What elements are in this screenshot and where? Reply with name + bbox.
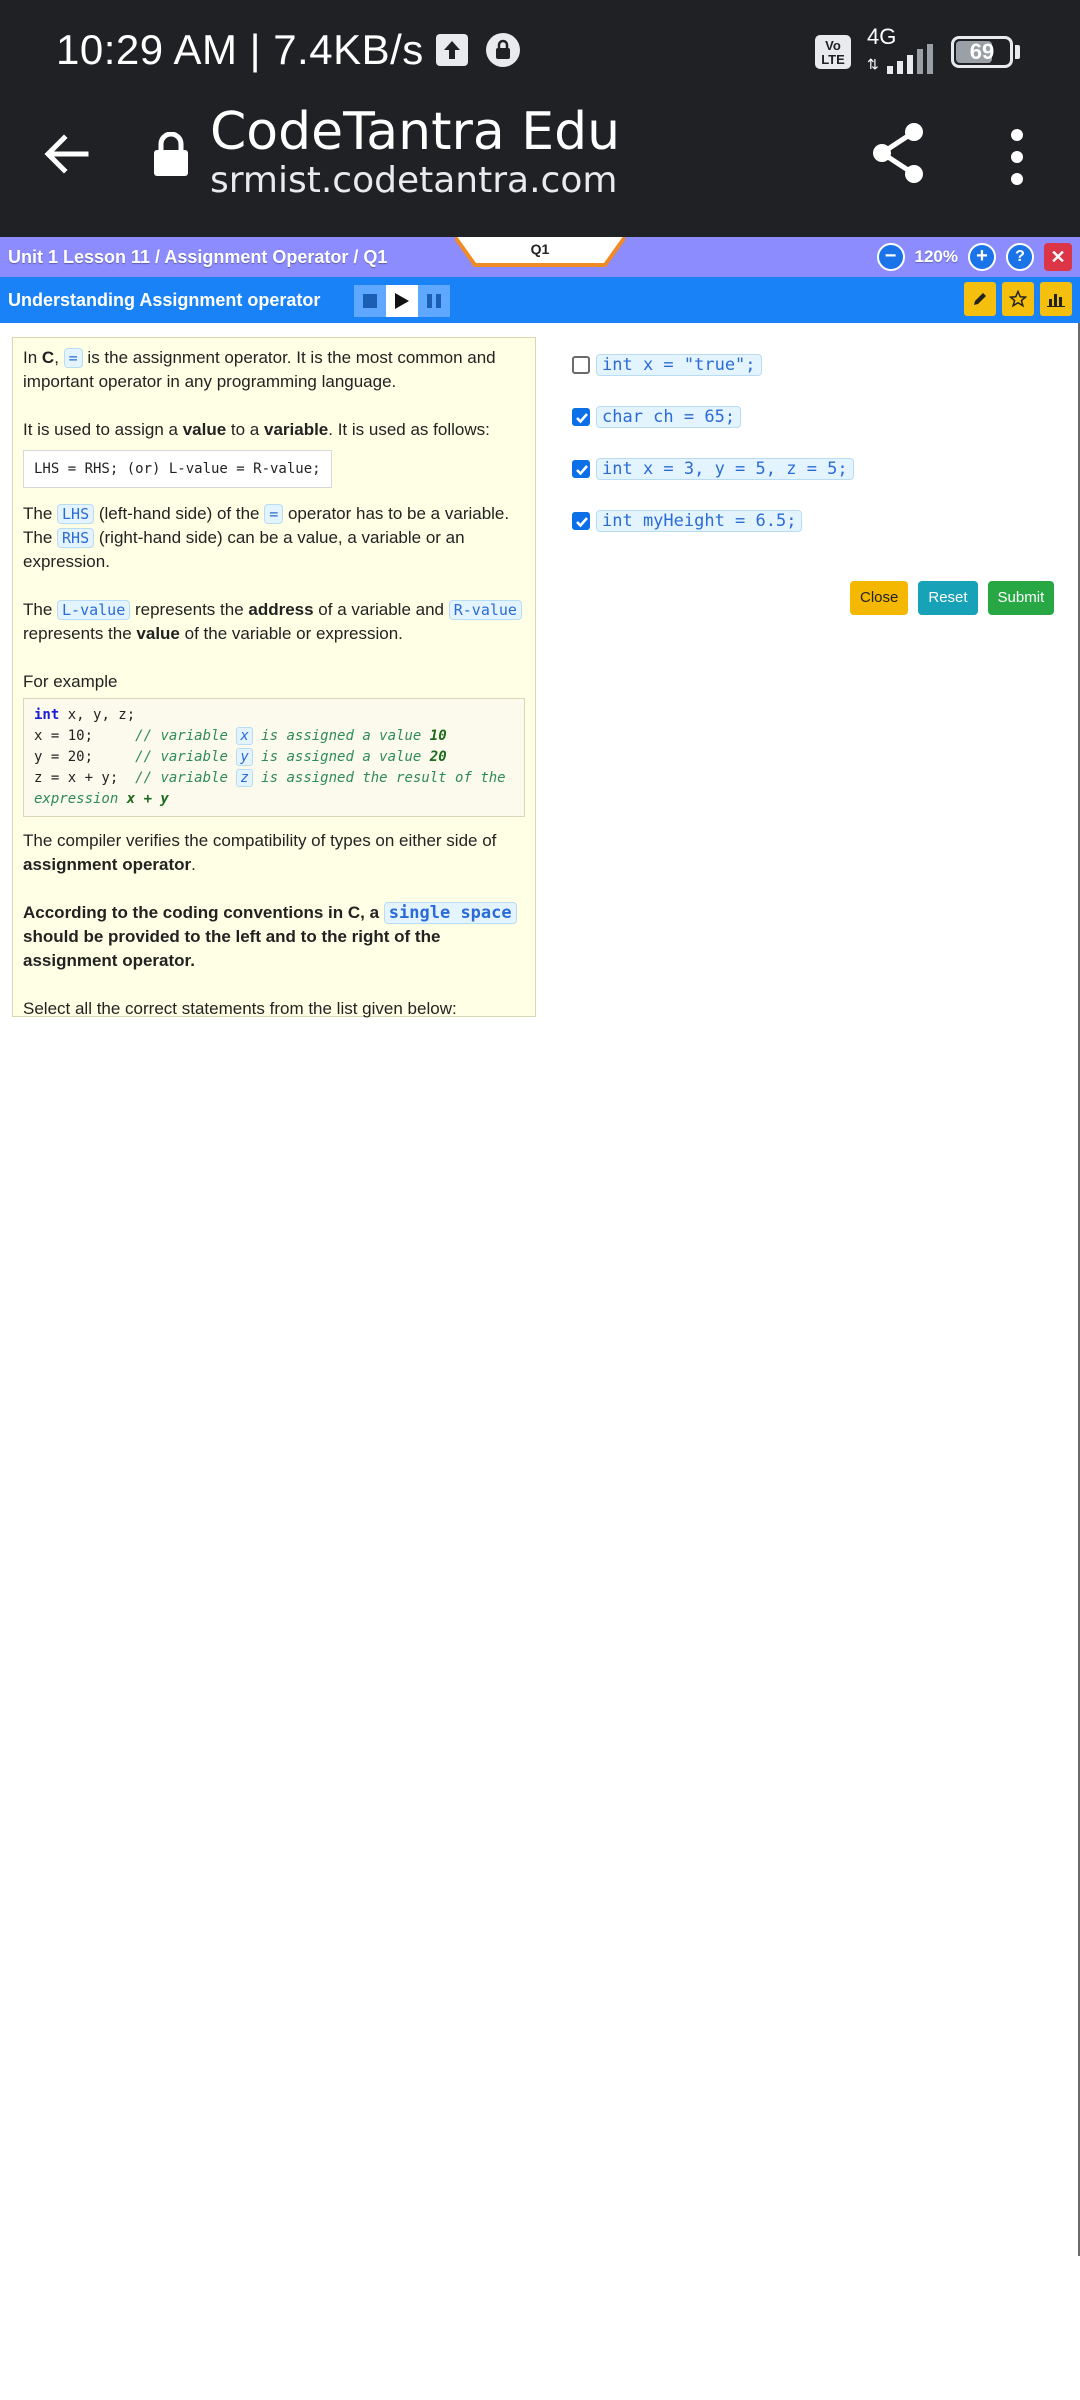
pause-icon: [427, 294, 441, 308]
play-icon: [395, 293, 409, 309]
action-buttons: Close Reset Submit: [850, 581, 1055, 615]
battery-level: 69: [969, 39, 995, 64]
option-label: char ch = 65;: [596, 406, 742, 428]
option-3[interactable]: int x = 3, y = 5, z = 5;: [572, 456, 854, 482]
inline-code-lhs: LHS: [57, 504, 95, 524]
zoom-level: 120%: [914, 247, 958, 266]
signal-icon: [887, 44, 933, 74]
title-bar: Understanding Assignment operator: [0, 277, 1080, 323]
secure-lock-icon[interactable]: [150, 132, 192, 178]
pause-button[interactable]: [418, 285, 450, 317]
close-lesson-button[interactable]: ✕: [1044, 243, 1072, 271]
option-label: int x = 3, y = 5, z = 5;: [596, 458, 854, 480]
option-checkbox[interactable]: [572, 460, 590, 478]
data-arrows-icon: ⇅: [867, 56, 879, 72]
syntax-code: LHS = RHS; (or) L-value = R-value;: [23, 450, 332, 488]
media-controls: [354, 285, 450, 317]
intro-paragraph: In C, = is the assignment operator. It i…: [23, 348, 496, 391]
status-time-speed: 10:29 AM | 7.4KB/s: [56, 26, 424, 73]
star-icon: [1009, 290, 1027, 308]
back-arrow-icon[interactable]: [40, 128, 92, 180]
lvalue-rvalue-paragraph: The L-value represents the address of a …: [23, 598, 525, 646]
lhs-rhs-paragraph: The LHS (left-hand side) of the = operat…: [23, 504, 510, 571]
more-options-icon[interactable]: [1004, 128, 1030, 186]
stop-button[interactable]: [354, 285, 386, 317]
play-button[interactable]: [386, 285, 418, 317]
question-panel: In C, = is the assignment operator. It i…: [12, 337, 536, 1018]
example-code-block: int x, y, z; x = 10; // variable x is as…: [23, 698, 525, 817]
example-label: For example: [23, 672, 118, 691]
option-4[interactable]: int myHeight = 6.5;: [572, 508, 803, 534]
tab-q1[interactable]: Q1: [455, 241, 625, 257]
zoom-out-button[interactable]: −: [876, 243, 905, 271]
pencil-icon: [974, 293, 986, 305]
checkmark-icon: [576, 517, 588, 528]
inline-code-rhs: RHS: [57, 528, 95, 548]
checkmark-icon: [576, 465, 588, 476]
option-label: int myHeight = 6.5;: [596, 510, 803, 532]
lesson-header: Unit 1 Lesson 11 / Assignment Operator /…: [0, 237, 1080, 277]
breadcrumb: Unit 1 Lesson 11 / Assignment Operator /…: [8, 247, 388, 267]
inline-code-rvalue: R-value: [448, 600, 522, 620]
option-1[interactable]: int x = "true";: [572, 352, 762, 378]
code-line: y = 20; // variable y is assigned a valu…: [34, 748, 447, 766]
stats-button[interactable]: [1040, 282, 1072, 316]
close-button[interactable]: Close: [850, 581, 909, 615]
zoom-controls: − 120% + ? ✕: [876, 243, 1072, 271]
option-label: int x = "true";: [596, 354, 762, 376]
option-checkbox[interactable]: [572, 356, 590, 374]
site-url[interactable]: srmist.codetantra.com: [210, 160, 617, 201]
upload-icon: [435, 34, 468, 66]
bar-chart-icon: [1047, 294, 1065, 307]
reset-button[interactable]: Reset: [918, 581, 978, 615]
inline-code-single-space: single space: [383, 902, 517, 924]
convention-paragraph: According to the coding conventions in C…: [23, 901, 525, 973]
battery-icon: 69: [951, 36, 1020, 68]
status-bar-left: 10:29 AM | 7.4KB/s: [56, 24, 520, 76]
inline-code-operator: =: [63, 348, 83, 368]
code-line: z = x + y; // variable z is assigned the…: [34, 769, 515, 807]
page-title: Understanding Assignment operator: [8, 290, 321, 310]
network-indicator: 4G ⇅: [865, 24, 937, 74]
help-button[interactable]: ?: [1006, 243, 1034, 271]
inline-code-operator: =: [264, 504, 284, 524]
checkmark-icon: [576, 413, 588, 424]
tool-buttons: [964, 282, 1072, 316]
code-line: x = 10; // variable x is assigned a valu…: [34, 727, 447, 745]
site-title: CodeTantra Edu: [210, 102, 621, 162]
share-icon[interactable]: [870, 122, 926, 184]
edit-button[interactable]: [964, 282, 996, 316]
notification-lock-icon: [485, 33, 520, 67]
instruction-paragraph: Select all the correct statements from t…: [23, 999, 457, 1018]
option-checkbox[interactable]: [572, 408, 590, 426]
status-bar-right: Vo LTE 4G ⇅ 69: [815, 24, 1020, 76]
compiler-paragraph: The compiler verifies the compatibility …: [23, 831, 497, 874]
usage-paragraph: It is used to assign a value to a variab…: [23, 420, 490, 439]
stop-icon: [363, 294, 377, 308]
zoom-in-button[interactable]: +: [968, 243, 996, 271]
code-line: int x, y, z;: [34, 707, 136, 723]
browser-header: 10:29 AM | 7.4KB/s Vo LTE 4G ⇅ 69 CodeTa…: [0, 0, 1080, 237]
option-2[interactable]: char ch = 65;: [572, 404, 742, 430]
submit-button[interactable]: Submit: [987, 581, 1055, 615]
inline-code-lvalue: L-value: [57, 600, 131, 620]
volte-icon: Vo LTE: [815, 35, 851, 69]
bookmark-button[interactable]: [1002, 282, 1034, 316]
option-checkbox[interactable]: [572, 512, 590, 530]
